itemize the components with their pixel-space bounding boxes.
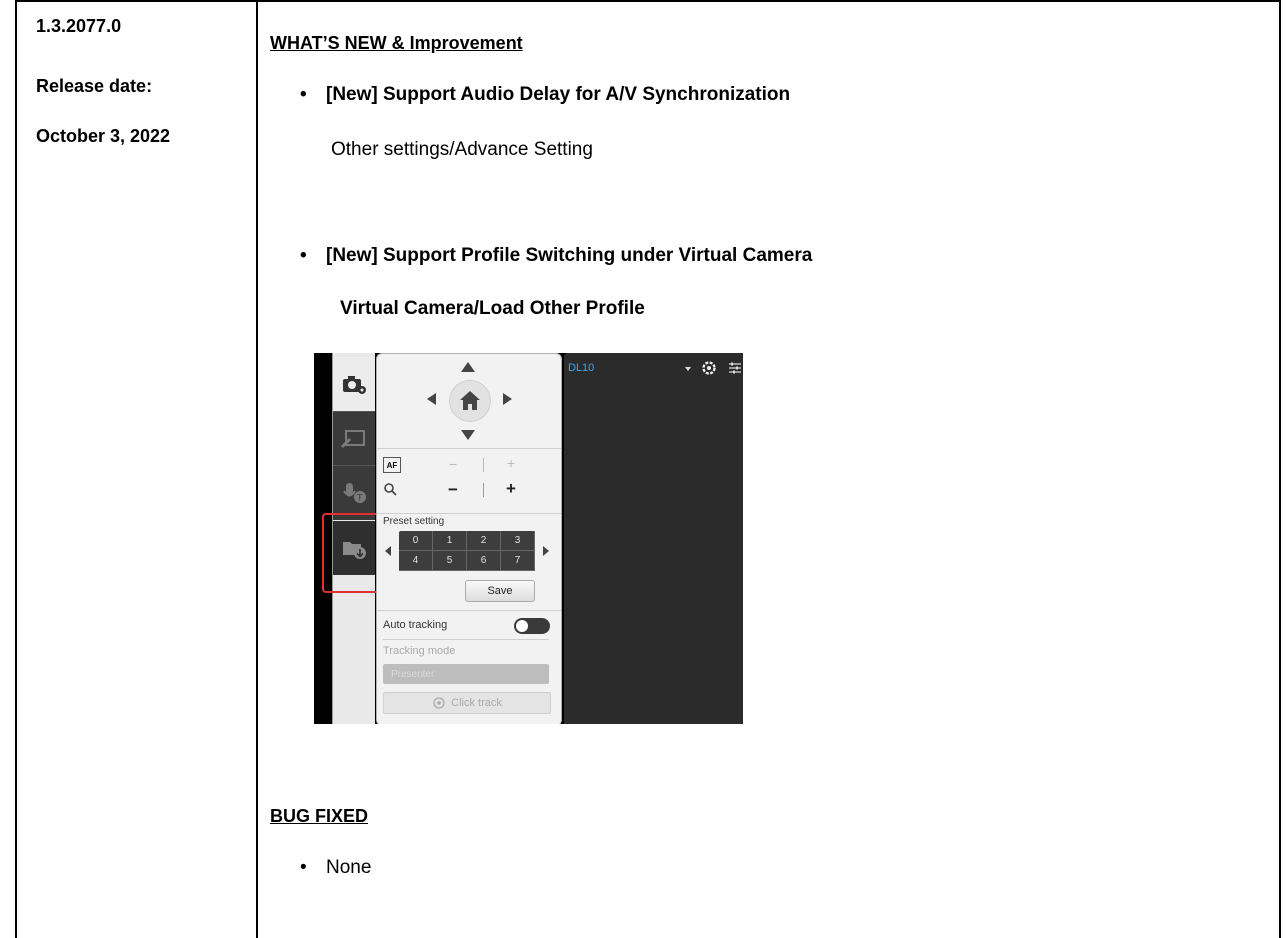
bullet-item-profile-switching: • [New] Support Profile Switching under V… bbox=[300, 245, 812, 267]
bullet-item-audio-delay: • [New] Support Audio Delay for A/V Synch… bbox=[300, 84, 790, 106]
preset-button[interactable]: 3 bbox=[501, 531, 535, 551]
version-number: 1.3.2077.0 bbox=[36, 16, 122, 36]
focus-plus-button[interactable]: + bbox=[507, 455, 515, 471]
microphone-icon: T bbox=[343, 483, 366, 504]
click-track-button[interactable]: Click track bbox=[383, 692, 551, 714]
click-track-label: Click track bbox=[451, 697, 502, 709]
camera-settings-tab[interactable] bbox=[333, 357, 375, 411]
pan-up-arrow[interactable] bbox=[461, 362, 475, 372]
bullet-dot: • bbox=[300, 857, 307, 878]
table-top-border bbox=[15, 0, 1281, 2]
toggle-knob bbox=[516, 620, 528, 632]
camera-dropdown-arrow[interactable] bbox=[685, 367, 691, 371]
preset-grid: 0 1 2 3 4 5 6 7 bbox=[399, 531, 535, 571]
click-track-icon bbox=[433, 697, 445, 709]
preset-button[interactable]: 6 bbox=[467, 551, 501, 571]
preset-setting-label: Preset setting bbox=[383, 516, 445, 527]
preset-button[interactable]: 2 bbox=[467, 531, 501, 551]
preset-button[interactable]: 7 bbox=[501, 551, 535, 571]
preset-button[interactable]: 4 bbox=[399, 551, 433, 571]
whats-new-heading: WHAT’S NEW & Improvement bbox=[270, 33, 523, 53]
bullet-detail-audio-delay: Other settings/Advance Setting bbox=[331, 139, 593, 160]
focus-divider bbox=[483, 458, 484, 472]
settings-sliders-icon[interactable] bbox=[726, 361, 742, 375]
release-date: October 3, 2022 bbox=[36, 126, 171, 146]
ptz-section bbox=[377, 354, 561, 449]
svg-text:T: T bbox=[356, 494, 363, 504]
gear-icon[interactable] bbox=[700, 359, 718, 377]
zoom-divider bbox=[483, 483, 484, 497]
auto-tracking-toggle[interactable] bbox=[514, 618, 550, 634]
camera-preview-panel: DL10 bbox=[564, 353, 743, 724]
preset-button[interactable]: 0 bbox=[399, 531, 433, 551]
tracking-mode-label: Tracking mode bbox=[383, 645, 456, 657]
home-icon bbox=[460, 391, 480, 410]
annotation-tab[interactable] bbox=[333, 411, 375, 466]
camera-name: DL10 bbox=[568, 362, 595, 374]
bug-fixed-text: None bbox=[326, 857, 372, 878]
camera-settings-icon bbox=[343, 376, 366, 394]
annotation-icon bbox=[340, 430, 365, 449]
virtual-camera-screenshot: T AF − + − + Preset setting 0 1 2 3 4 5 … bbox=[314, 353, 743, 724]
zoom-icon bbox=[384, 483, 397, 496]
focus-zoom-section: AF − + − + bbox=[377, 449, 561, 514]
home-button[interactable] bbox=[449, 380, 491, 422]
preset-button[interactable]: 1 bbox=[433, 531, 467, 551]
focus-minus-button[interactable]: − bbox=[449, 456, 457, 472]
table-left-border bbox=[15, 0, 17, 938]
bullet-dot: • bbox=[300, 84, 307, 105]
zoom-plus-button[interactable]: + bbox=[506, 479, 516, 499]
bullet-title: [New] Support Audio Delay for A/V Synchr… bbox=[326, 84, 791, 105]
pan-left-arrow[interactable] bbox=[427, 393, 436, 405]
bug-fixed-heading: BUG FIXED bbox=[270, 806, 369, 826]
release-table: 1.3.2077.0 Release date: October 3, 2022… bbox=[0, 0, 1286, 938]
autofocus-button[interactable]: AF bbox=[383, 457, 401, 473]
tracking-mode-value: Presenter bbox=[391, 668, 435, 680]
highlight-box bbox=[322, 513, 380, 593]
camera-control-panel: AF − + − + Preset setting 0 1 2 3 4 5 6 … bbox=[376, 353, 562, 724]
bullet-detail-profile-switching: Virtual Camera/Load Other Profile bbox=[340, 298, 645, 319]
bullet-dot: • bbox=[300, 245, 307, 266]
tracking-mode-select[interactable]: Presenter bbox=[383, 664, 549, 684]
pan-down-arrow[interactable] bbox=[461, 430, 475, 440]
pan-right-arrow[interactable] bbox=[503, 393, 512, 405]
preset-next-arrow[interactable] bbox=[543, 546, 549, 556]
bullet-title: [New] Support Profile Switching under Vi… bbox=[326, 245, 813, 266]
release-date-label: Release date: bbox=[36, 76, 153, 96]
save-button[interactable]: Save bbox=[465, 580, 535, 602]
zoom-minus-button[interactable]: − bbox=[448, 480, 458, 500]
auto-tracking-label: Auto tracking bbox=[383, 619, 448, 631]
bug-fixed-item: • None bbox=[300, 857, 371, 879]
audio-tab[interactable]: T bbox=[333, 465, 375, 520]
tracking-divider bbox=[383, 639, 549, 640]
preset-prev-arrow[interactable] bbox=[385, 546, 391, 556]
table-right-border bbox=[1279, 0, 1281, 938]
preset-button[interactable]: 5 bbox=[433, 551, 467, 571]
table-column-divider bbox=[256, 0, 258, 938]
